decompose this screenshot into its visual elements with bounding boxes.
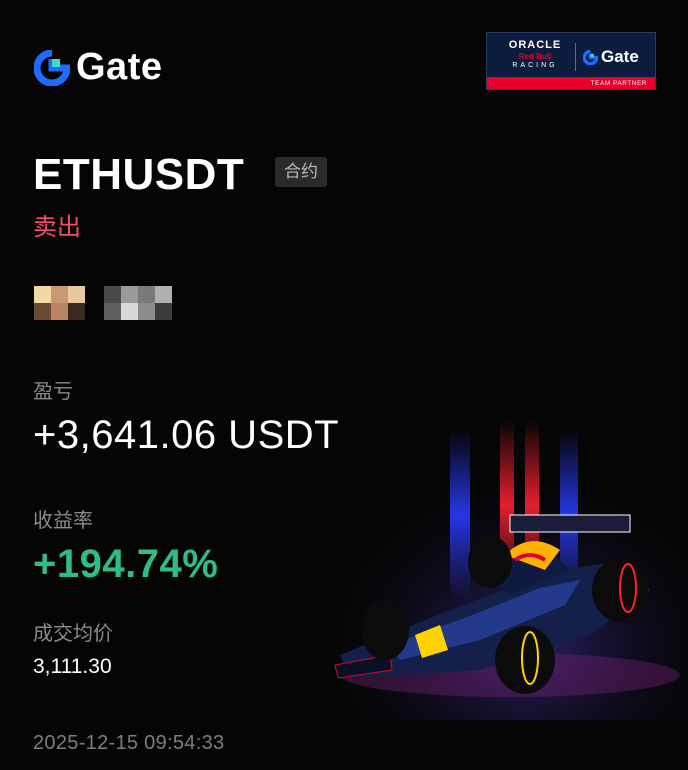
username-pixelated [104, 286, 172, 320]
avatar-pixelated [34, 286, 85, 320]
badge-divider [575, 43, 576, 71]
gate-logo-icon [34, 49, 70, 86]
timestamp: 2025-12-15 09:54:33 [33, 732, 225, 754]
rate-value: +194.74% [33, 542, 219, 586]
trade-symbol: ETHUSDT [33, 150, 245, 199]
gate-logo: Gate [34, 46, 162, 89]
trade-side: 卖出 [33, 214, 81, 241]
logo-text: Gate [76, 46, 163, 88]
light-beam-blue [450, 430, 470, 600]
race-car-image [330, 420, 688, 720]
contract-tag: 合约 [275, 157, 327, 187]
pnl-value: +3,641.06 USDT [33, 413, 340, 457]
partner-gate-logo: Gate [583, 47, 639, 67]
redbull-racing-logo: ORACLE Red Bull RACING [508, 39, 562, 69]
gate-mini-icon [583, 49, 598, 65]
rate-label: 收益率 [33, 510, 93, 532]
avg-price-value: 3,111.30 [33, 655, 112, 678]
avg-price-label: 成交均价 [33, 623, 113, 645]
pnl-label: 盈亏 [33, 381, 73, 403]
team-partner-strip: TEAM PARTNER [487, 77, 655, 89]
partner-badge: ORACLE Red Bull RACING Gate TEAM PARTNER [486, 32, 656, 90]
